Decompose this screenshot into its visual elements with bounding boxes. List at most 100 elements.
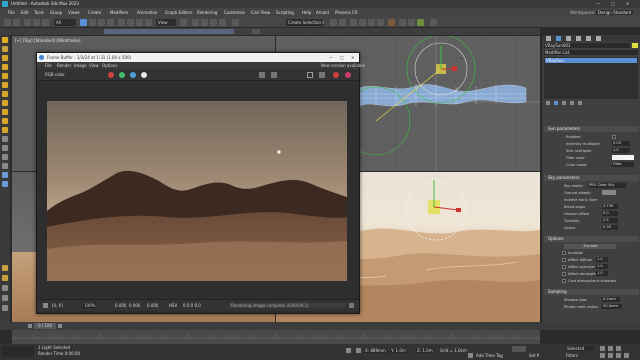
green-channel-icon[interactable] [119, 72, 125, 78]
checkbox-affect-specular[interactable] [562, 265, 566, 269]
display-influences-icon[interactable] [2, 145, 8, 151]
maximize-viewport-icon[interactable] [624, 353, 629, 358]
find-icon[interactable] [2, 163, 8, 169]
menu-edit[interactable]: Edit [21, 10, 29, 15]
set-key-button[interactable]: Set K [529, 353, 539, 358]
field-shadow-bias[interactable]: 0.2mm [602, 297, 620, 302]
modify-tab-icon[interactable] [556, 36, 561, 41]
interactive-render-icon[interactable] [345, 72, 351, 78]
select-by-name-icon[interactable] [89, 19, 96, 26]
rendered-image[interactable] [47, 101, 347, 281]
field-affect-atmospherics[interactable]: 1.0 [596, 271, 608, 276]
zoom-extents-icon[interactable] [600, 353, 605, 358]
field-turbidity[interactable]: 2.5 [602, 218, 618, 223]
move-icon[interactable] [118, 19, 125, 26]
swatch-ground-albedo[interactable] [602, 190, 616, 195]
select-icon[interactable] [80, 19, 87, 26]
sort-icon[interactable] [2, 154, 8, 160]
bind-icon[interactable] [42, 19, 49, 26]
percent-snap-icon[interactable] [210, 19, 217, 26]
utilities-tab-icon[interactable] [596, 36, 601, 41]
checkbox-invisible[interactable] [562, 251, 566, 255]
zoom-level[interactable]: 100% [83, 303, 97, 308]
vfb-menu-file[interactable]: File [45, 63, 52, 68]
freeze-icon[interactable] [2, 172, 8, 178]
snaps-toggle-icon[interactable] [192, 19, 199, 26]
selected-dropdown[interactable]: Selected [566, 346, 594, 351]
vfb-minimize-button[interactable]: — [329, 55, 333, 60]
close-button[interactable]: ✕ [626, 1, 629, 6]
filter-bones-icon[interactable] [2, 127, 8, 133]
field-ozone[interactable]: 0.35 [602, 225, 618, 230]
coord-y[interactable]: Y: 1.0m [390, 348, 407, 353]
object-name-field[interactable]: VRaySun001 [544, 43, 630, 48]
track-mouse-icon[interactable] [319, 72, 325, 78]
vfb-maximize-button[interactable]: □ [340, 55, 344, 60]
display-tab-icon[interactable] [586, 36, 591, 41]
render-production-icon[interactable] [417, 19, 424, 26]
modifier-list-dropdown[interactable]: Modifier List [544, 50, 638, 55]
filter-helpers-icon[interactable] [2, 91, 8, 97]
field-size[interactable]: 1.0 [612, 148, 630, 153]
display-children-icon[interactable] [2, 136, 8, 142]
maximize-button[interactable]: □ [611, 1, 615, 6]
field-horizon-offset[interactable]: 0.0 [602, 211, 618, 216]
clear-image-icon[interactable] [271, 72, 277, 78]
maxscript-listener-field[interactable] [2, 346, 34, 357]
angle-snap-icon[interactable] [201, 19, 208, 26]
go-to-end-icon[interactable] [616, 346, 621, 351]
minimize-button[interactable]: — [596, 1, 600, 6]
graphite-icon[interactable] [359, 19, 366, 26]
hierarchy-tab-icon[interactable] [566, 36, 571, 41]
auto-key-button[interactable] [512, 346, 526, 352]
vfb-menu-image[interactable]: Image [74, 63, 87, 68]
scene-explorer-icon[interactable] [2, 37, 8, 43]
dropdown-sky-model[interactable]: PRG Clear Sky [588, 183, 626, 188]
link-icon[interactable] [24, 19, 31, 26]
named-selection-sets-dropdown[interactable]: Create Selection Se [286, 19, 324, 26]
field-blend-angle[interactable]: 5.739 [602, 204, 618, 209]
rollout-sky-parameters[interactable]: Sky parameters [544, 175, 639, 181]
time-slider[interactable]: 0 / 100 [0, 322, 640, 330]
filter-shapes-icon[interactable] [2, 64, 8, 70]
object-color-swatch[interactable] [632, 43, 638, 48]
checkbox-cast-shadows[interactable] [562, 279, 566, 283]
placement-icon[interactable] [145, 19, 152, 26]
rollout-options[interactable]: Options [544, 236, 639, 242]
lock-selection-icon[interactable] [346, 348, 351, 353]
menu-help[interactable]: Help [302, 10, 311, 15]
named-selection-icon[interactable] [232, 19, 239, 26]
rect-select-icon[interactable] [98, 19, 105, 26]
save-image-icon[interactable] [259, 72, 265, 78]
undo-icon[interactable] [4, 19, 11, 26]
vfb-channel-dropdown[interactable]: RGB color [45, 72, 65, 77]
alpha-channel-icon[interactable] [141, 72, 147, 78]
exclude-button[interactable]: Exclude [564, 244, 616, 249]
render-frame-window-icon[interactable] [408, 19, 415, 26]
filter-spacewarps-icon[interactable] [2, 100, 8, 106]
rollout-sampling[interactable]: Sampling [544, 289, 639, 295]
tools-icon[interactable] [2, 275, 8, 281]
spinner-snap-icon[interactable] [219, 19, 226, 26]
menu-views[interactable]: Views [68, 10, 80, 15]
vfb-menu-view[interactable]: View [89, 63, 99, 68]
dropdown-color-mode[interactable]: Filter [612, 162, 634, 167]
field-affect-diffuse[interactable]: 1.0 [596, 257, 608, 262]
rotate-icon[interactable] [127, 19, 134, 26]
selection-filter-dropdown[interactable]: All [54, 19, 76, 26]
modifier-stack-item[interactable]: VRaySun [545, 58, 637, 63]
menu-modifiers[interactable]: Modifiers [110, 10, 128, 15]
field-intensity[interactable]: 0.05 [612, 141, 630, 146]
menu-graph-editors[interactable]: Graph Editors [165, 10, 192, 15]
maxscript-icon[interactable] [2, 295, 8, 301]
menu-customize[interactable]: Customize [224, 10, 245, 15]
filter-groups-icon[interactable] [2, 109, 8, 115]
lock-icon[interactable] [2, 265, 8, 271]
red-channel-icon[interactable] [108, 72, 114, 78]
go-to-start-icon[interactable] [600, 346, 605, 351]
help-icon[interactable] [2, 305, 8, 311]
pivot-icon[interactable] [180, 19, 187, 26]
mirror-icon[interactable] [330, 19, 337, 26]
checkbox-affect-atmospherics[interactable] [562, 272, 566, 276]
schematic-view-icon[interactable] [377, 19, 384, 26]
